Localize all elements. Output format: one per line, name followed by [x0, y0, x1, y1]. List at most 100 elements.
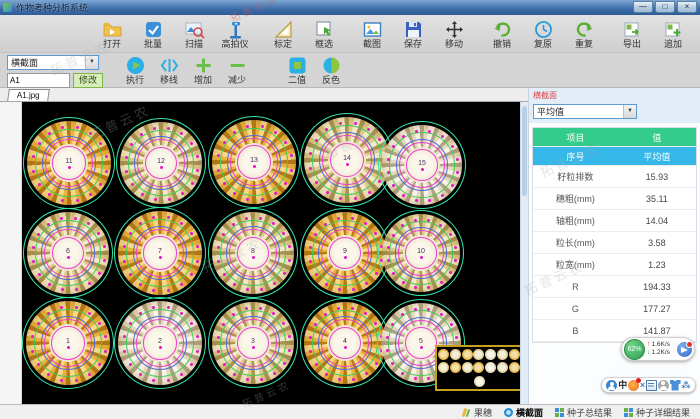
row-value: 141.87 — [618, 326, 696, 336]
center-marker-dot — [159, 346, 162, 349]
specimen-number: 1 — [23, 338, 113, 345]
move-line-button[interactable]: 移线 — [152, 56, 186, 85]
corn-specimen[interactable]: 9 — [300, 208, 390, 298]
center-marker-dot — [344, 346, 347, 349]
image-canvas[interactable]: 111213141567891012345 — [22, 102, 520, 404]
move-button[interactable]: 移动 — [438, 19, 470, 49]
invert-button[interactable]: 反色 — [314, 56, 348, 85]
row-label: 穗粗(mm) — [533, 192, 618, 205]
box-select-button[interactable]: 框选 — [308, 19, 340, 49]
kernel-marker-dot — [392, 272, 395, 275]
open-button[interactable]: 打开 — [96, 19, 128, 49]
corn-specimen[interactable]: 10 — [378, 210, 464, 296]
kernel-marker-dot — [32, 260, 35, 263]
corn-specimen[interactable]: 15 — [378, 121, 466, 209]
kernel-marker-dot — [246, 288, 249, 291]
close-button[interactable]: × — [677, 1, 697, 13]
center-marker-dot — [67, 346, 70, 349]
decrease-button[interactable]: 减少 — [220, 56, 254, 85]
sample-id-input[interactable] — [7, 73, 70, 88]
minimap-overview[interactable] — [435, 345, 520, 391]
statistic-select[interactable]: 平均值 ▼ — [533, 104, 637, 119]
corn-specimen[interactable]: 12 — [116, 118, 206, 208]
run-icon — [126, 56, 145, 75]
corn-specimen[interactable]: 11 — [23, 117, 115, 209]
kernel-marker-dot — [440, 281, 443, 284]
ime-mode-label[interactable]: 中 — [618, 380, 627, 391]
execute-button[interactable]: 执行 — [118, 56, 152, 85]
invert-icon — [322, 56, 341, 75]
screenshot-button[interactable]: 截图 — [356, 19, 388, 49]
screenshot-icon — [362, 19, 383, 40]
binary-button[interactable]: 二值 — [280, 56, 314, 85]
minimap-thumbnail — [474, 376, 485, 387]
ime-logo-icon[interactable] — [628, 380, 639, 391]
save-button[interactable]: 保存 — [397, 19, 429, 49]
ime-skin-icon[interactable] — [670, 380, 681, 391]
redo-button[interactable]: 重复 — [568, 19, 600, 49]
scrollbar-thumb[interactable] — [522, 106, 527, 196]
undo-button[interactable]: 撤销 — [486, 19, 518, 49]
add-button[interactable]: 增加 — [186, 56, 220, 85]
append-button[interactable]: 追加 — [657, 19, 689, 49]
kernel-marker-dot — [75, 306, 78, 309]
kernel-marker-dot — [414, 377, 417, 380]
corn-specimen[interactable]: 7 — [114, 207, 206, 299]
maximize-button[interactable]: □ — [655, 1, 675, 13]
kernel-marker-dot — [326, 191, 329, 194]
corn-specimen[interactable]: 8 — [208, 208, 298, 298]
view-ear[interactable]: 果穗 — [462, 406, 492, 419]
tool-label: 标定 — [274, 40, 292, 49]
canvas-vertical-scrollbar[interactable] — [520, 102, 528, 404]
tab-a1-jpg[interactable]: A1.jpg — [7, 89, 49, 101]
minimize-button[interactable]: — — [633, 1, 653, 13]
batch-button[interactable]: 批量 — [137, 19, 169, 49]
doc-camera-button[interactable]: 高拍仪 — [219, 19, 251, 49]
action-label: 反色 — [322, 75, 340, 85]
corn-specimen[interactable]: 6 — [23, 208, 113, 298]
scan-button[interactable]: 扫描 — [178, 19, 210, 49]
view-cross-section[interactable]: 横截面 — [504, 406, 543, 419]
modify-button[interactable]: 修改 — [73, 73, 103, 88]
corn-specimen[interactable]: 1 — [22, 297, 114, 389]
ime-account-icon[interactable] — [658, 380, 669, 391]
kernel-marker-dot — [196, 350, 199, 353]
center-marker-dot — [159, 256, 162, 259]
row-value: 3.58 — [618, 238, 696, 248]
ime-settings-icon[interactable]: ⁂ — [681, 380, 690, 391]
kernel-marker-dot — [309, 260, 312, 263]
table-row: 轴粗(mm) 14.04 — [533, 210, 696, 232]
table-row: 籽粒排数 15.93 — [533, 166, 696, 188]
kernel-marker-dot — [105, 170, 108, 173]
ime-toolbar[interactable]: 中 × ⁂ — [601, 377, 696, 393]
corn-specimen[interactable]: 13 — [208, 116, 300, 208]
restore-button[interactable]: 复原 — [527, 19, 559, 49]
export-button[interactable]: 导出 — [616, 19, 648, 49]
ime-user-icon[interactable] — [606, 380, 617, 391]
append-icon — [663, 19, 684, 40]
view-type-select[interactable]: 横截面 ▼ — [7, 55, 99, 70]
accelerator-ball-icon[interactable] — [677, 342, 692, 357]
move-cross-icon — [444, 19, 465, 40]
action-label: 执行 — [126, 75, 144, 85]
kernel-marker-dot — [88, 312, 91, 315]
circle-icon — [504, 408, 513, 417]
minimap-thumbnail — [438, 362, 449, 373]
net-speed-widget[interactable]: 62% ↑1.6K/s ↓1.2K/s — [621, 337, 695, 361]
left-scroll-strip[interactable] — [0, 102, 22, 404]
center-marker-dot — [420, 346, 423, 349]
kernel-marker-dot — [190, 322, 193, 325]
memory-percent-badge[interactable]: 62% — [624, 339, 645, 360]
kernel-marker-dot — [129, 232, 132, 235]
view-seed-detail[interactable]: 种子详细结果 — [624, 406, 690, 419]
kernel-marker-dot — [354, 122, 357, 125]
view-seed-summary[interactable]: 种子总结果 — [555, 406, 612, 419]
calibrate-button[interactable]: 标定 — [267, 19, 299, 49]
specimen-number: 4 — [301, 338, 389, 345]
corn-specimen[interactable]: 3 — [208, 298, 298, 388]
binary-icon — [288, 56, 307, 75]
corn-specimen[interactable]: 2 — [114, 297, 206, 389]
ime-keyboard-icon[interactable] — [646, 380, 657, 391]
column-header-value: 值 — [618, 131, 696, 144]
open-folder-icon — [102, 19, 123, 40]
